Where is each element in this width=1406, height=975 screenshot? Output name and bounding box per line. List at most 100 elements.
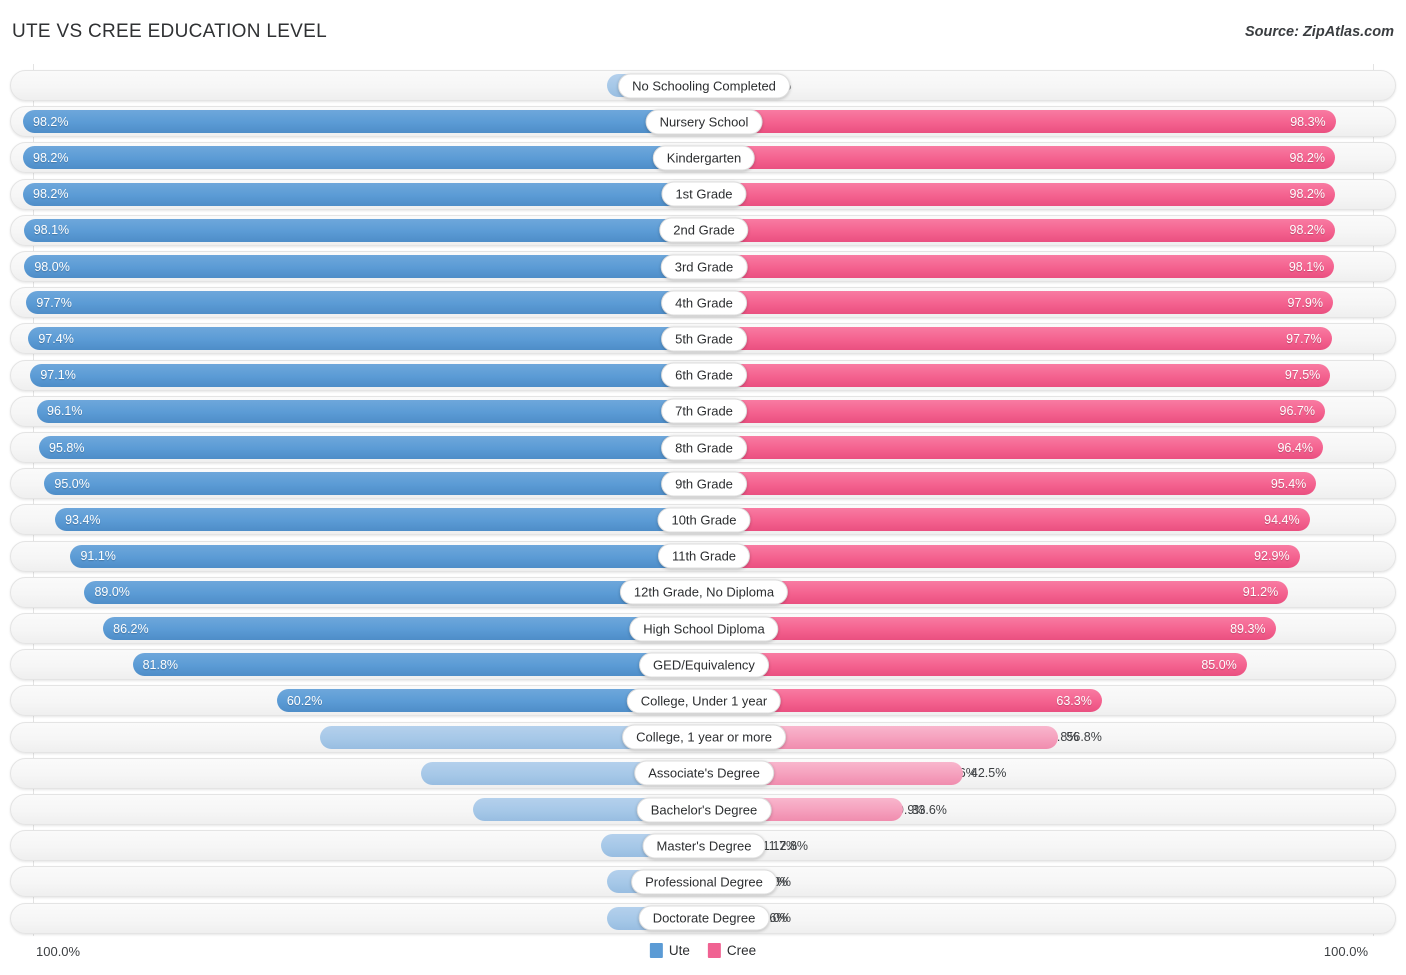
bar-cree[interactable]: 98.1% xyxy=(679,255,1335,278)
bar-ute[interactable]: 93.4% xyxy=(55,508,679,532)
table-row[interactable]: 91.1% 92.9% 11th Grade xyxy=(10,540,1396,572)
table-row[interactable]: 81.8% 85.0% GED/Equivalency xyxy=(10,649,1396,681)
bar-cree[interactable]: 92.9% xyxy=(679,544,1300,568)
bar-ute[interactable]: 91.1% xyxy=(70,544,679,568)
bar-value-ute: 97.4% xyxy=(38,331,74,346)
bar-value-cree: 94.4% xyxy=(1264,512,1300,527)
table-row[interactable]: 53.8% 56.8% College, 1 year or more xyxy=(10,721,1396,753)
category-label[interactable]: Kindergarten xyxy=(652,145,756,171)
bar-ute[interactable]: 97.4% xyxy=(28,327,679,351)
bar-cree[interactable]: 94.4% xyxy=(679,508,1310,532)
bar-ute[interactable]: 98.0% xyxy=(24,255,679,278)
chart-legend: Ute Cree xyxy=(649,943,756,958)
category-label[interactable]: 7th Grade xyxy=(661,398,747,424)
bar-value-ute: 98.1% xyxy=(33,223,70,238)
bar-value-ute: 91.1% xyxy=(80,549,116,564)
legend-item[interactable]: Ute xyxy=(649,943,690,958)
category-label[interactable]: High School Diploma xyxy=(629,616,779,641)
category-label[interactable]: 8th Grade xyxy=(661,435,747,460)
bar-cree[interactable]: 96.7% xyxy=(679,399,1325,423)
bar-value-cree: 98.2% xyxy=(1289,223,1325,238)
table-row[interactable]: 97.4% 97.7% 5th Grade xyxy=(10,323,1396,355)
bar-value-cree: 98.3% xyxy=(1290,114,1326,129)
category-label[interactable]: Doctorate Degree xyxy=(638,905,770,931)
table-row[interactable]: 95.8% 96.4% 8th Grade xyxy=(10,432,1396,463)
table-row[interactable]: 97.1% 97.5% 6th Grade xyxy=(10,359,1396,391)
table-row[interactable]: 86.2% 89.3% High School Diploma xyxy=(10,613,1396,644)
bar-ute[interactable]: 97.1% xyxy=(30,363,679,387)
category-label[interactable]: Bachelor's Degree xyxy=(636,797,772,822)
category-label[interactable]: 2nd Grade xyxy=(659,217,749,243)
category-label[interactable]: Professional Degree xyxy=(631,869,777,895)
chart-footer: 100.0% Ute Cree 100.0% xyxy=(0,937,1406,975)
category-label[interactable]: College, Under 1 year xyxy=(626,688,782,714)
category-label[interactable]: Nursery School xyxy=(645,109,763,135)
category-label[interactable]: 10th Grade xyxy=(657,507,751,533)
table-row[interactable]: 98.1% 98.2% 2nd Grade xyxy=(10,214,1396,246)
bar-value-cree: 96.4% xyxy=(1277,440,1313,455)
category-label[interactable]: 1st Grade xyxy=(661,181,747,207)
table-row[interactable]: 60.2% 63.3% College, Under 1 year xyxy=(10,685,1396,717)
table-row[interactable]: 38.6%42.5%Associate's Degree xyxy=(10,757,1396,789)
bar-value-ute: 96.1% xyxy=(47,404,83,419)
bar-cree[interactable]: 97.5% xyxy=(679,363,1331,387)
bar-value-cree: 63.3% xyxy=(1056,693,1092,708)
category-label[interactable]: 9th Grade xyxy=(661,471,747,497)
table-row[interactable]: 2.0% 1.6% Doctorate Degree xyxy=(10,902,1396,934)
category-label[interactable]: 3rd Grade xyxy=(660,254,748,279)
bar-cree[interactable]: 98.2% xyxy=(679,218,1335,242)
table-row[interactable]: 95.0% 95.4% 9th Grade xyxy=(10,468,1396,500)
page-title: UTE VS CREE EDUCATION LEVEL xyxy=(12,21,327,42)
bar-ute[interactable]: 98.2% xyxy=(23,182,679,206)
bar-cree[interactable]: 98.3% xyxy=(679,110,1336,134)
bar-value-cree: 97.5% xyxy=(1284,368,1321,383)
bar-cree[interactable]: 96.4% xyxy=(679,436,1323,459)
category-label[interactable]: 6th Grade xyxy=(661,362,747,388)
table-row[interactable]: 98.2% 98.2% Kindergarten xyxy=(10,142,1396,174)
bar-ute[interactable]: 98.1% xyxy=(23,218,679,242)
table-row[interactable]: 30.9% 33.6% Bachelor's Degree xyxy=(10,794,1396,825)
category-label[interactable]: No Schooling Completed xyxy=(618,73,790,98)
category-label[interactable]: 12th Grade, No Diploma xyxy=(619,579,789,605)
bar-ute[interactable]: 98.2% xyxy=(23,110,679,134)
category-label[interactable]: 4th Grade xyxy=(661,290,747,316)
table-row[interactable]: 97.7% 97.9% 4th Grade xyxy=(10,287,1396,319)
table-row[interactable]: 98.2% 98.3% Nursery School xyxy=(10,106,1396,138)
table-row[interactable]: 2.3%1.9%No Schooling Completed xyxy=(10,70,1396,101)
bar-cree[interactable]: 98.2% xyxy=(679,182,1335,206)
bar-ute[interactable]: 98.2% xyxy=(23,146,679,170)
bar-cree[interactable]: 97.7% xyxy=(679,327,1332,351)
bar-value-ute: 98.2% xyxy=(33,187,69,202)
bar-cree[interactable]: 95.4% xyxy=(679,472,1317,496)
table-row[interactable]: 89.0% 91.2% 12th Grade, No Diploma xyxy=(10,576,1396,608)
bar-ute[interactable]: 96.1% xyxy=(37,399,679,423)
bar-value-ute: 97.7% xyxy=(36,295,72,310)
bar-ute[interactable]: 89.0% xyxy=(84,580,679,604)
bar-cree[interactable]: 97.9% xyxy=(679,291,1333,315)
category-label[interactable]: Associate's Degree xyxy=(634,760,774,786)
bar-ute[interactable]: 81.8% xyxy=(132,653,679,677)
table-row[interactable]: 93.4% 94.4% 10th Grade xyxy=(10,504,1396,536)
bar-ute[interactable]: 95.0% xyxy=(44,472,679,496)
bar-ute[interactable]: 60.2% xyxy=(276,689,679,713)
bar-ute[interactable]: 95.8% xyxy=(39,436,679,459)
bar-ute[interactable]: 97.7% xyxy=(26,291,679,315)
bar-ute[interactable]: 86.2% xyxy=(103,617,679,640)
bar-value-ute: 95.0% xyxy=(54,476,90,491)
bar-value-cree: 98.2% xyxy=(1289,187,1325,202)
legend-swatch-icon xyxy=(707,943,721,958)
table-row[interactable]: 98.0% 98.1% 3rd Grade xyxy=(10,251,1396,282)
table-row[interactable]: 11.7% 12.8% Master's Degree xyxy=(10,830,1396,862)
legend-item[interactable]: Cree xyxy=(707,943,756,958)
category-label[interactable]: College, 1 year or more xyxy=(622,724,786,750)
bar-value-ute: 98.2% xyxy=(33,150,69,165)
category-label[interactable]: 11th Grade xyxy=(657,543,751,569)
category-label[interactable]: GED/Equivalency xyxy=(639,652,769,678)
category-label[interactable]: Master's Degree xyxy=(642,833,766,859)
bar-cree[interactable]: 98.2% xyxy=(679,146,1335,170)
bar-value-cree: 92.9% xyxy=(1254,549,1290,564)
category-label[interactable]: 5th Grade xyxy=(661,326,747,352)
table-row[interactable]: 4.0%3.9%Professional Degree xyxy=(10,866,1396,898)
table-row[interactable]: 98.2% 98.2% 1st Grade xyxy=(10,178,1396,210)
table-row[interactable]: 96.1% 96.7% 7th Grade xyxy=(10,395,1396,427)
